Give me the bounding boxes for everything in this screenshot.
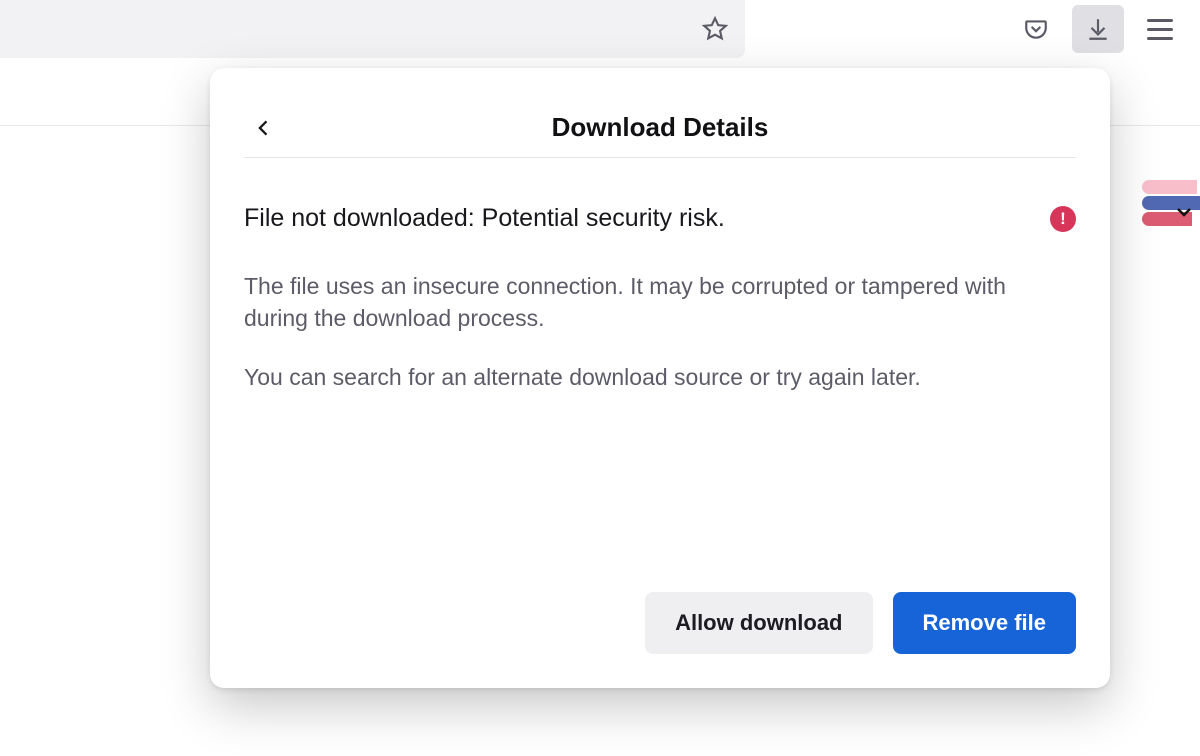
panel-header: Download Details bbox=[244, 98, 1076, 158]
address-bar-segment bbox=[0, 0, 745, 58]
hamburger-icon bbox=[1147, 19, 1173, 39]
page-expand-caret[interactable] bbox=[1172, 200, 1196, 229]
warning-heading: File not downloaded: Potential security … bbox=[244, 202, 725, 236]
panel-footer: Allow download Remove file bbox=[244, 592, 1076, 658]
pocket-button[interactable] bbox=[1010, 5, 1062, 53]
star-icon bbox=[701, 15, 729, 43]
warning-explanation: The file uses an insecure connection. It… bbox=[244, 270, 1064, 420]
pocket-icon bbox=[1023, 16, 1049, 42]
remove-file-button[interactable]: Remove file bbox=[893, 592, 1077, 654]
panel-title: Download Details bbox=[552, 112, 769, 143]
back-button[interactable] bbox=[244, 108, 284, 148]
chevron-down-icon bbox=[1172, 200, 1196, 224]
downloads-button[interactable] bbox=[1072, 5, 1124, 53]
warning-row: File not downloaded: Potential security … bbox=[244, 202, 1076, 236]
toolbar-right-icons bbox=[1010, 0, 1200, 58]
chevron-left-icon bbox=[254, 114, 274, 142]
bookmark-star-button[interactable] bbox=[695, 9, 735, 49]
alert-icon: ! bbox=[1050, 206, 1076, 232]
allow-download-button[interactable]: Allow download bbox=[645, 592, 872, 654]
warning-paragraph-2: You can search for an alternate download… bbox=[244, 361, 1064, 394]
app-menu-button[interactable] bbox=[1134, 5, 1186, 53]
browser-toolbar bbox=[0, 0, 1200, 62]
panel-body: File not downloaded: Potential security … bbox=[244, 158, 1076, 592]
download-icon bbox=[1085, 16, 1111, 42]
download-details-panel: Download Details File not downloaded: Po… bbox=[210, 68, 1110, 688]
warning-paragraph-1: The file uses an insecure connection. It… bbox=[244, 270, 1064, 335]
